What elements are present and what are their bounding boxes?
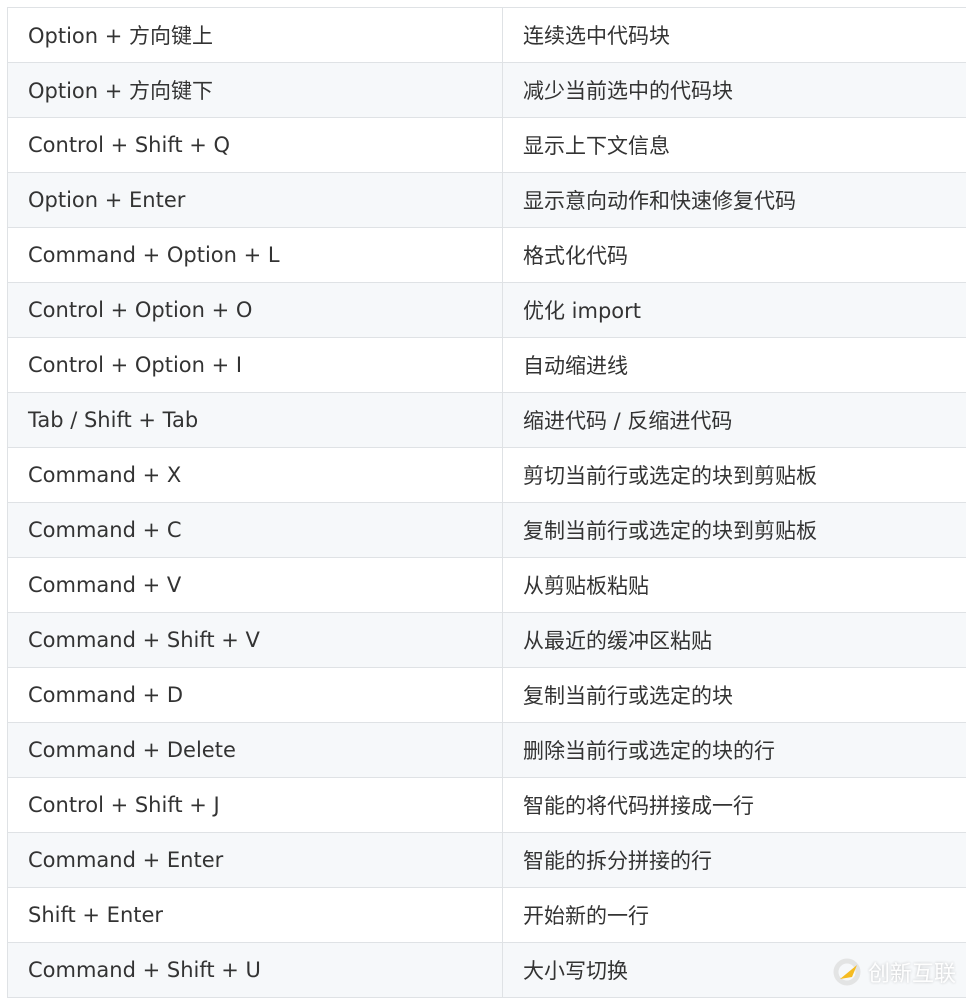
shortcut-keys: Command + D bbox=[7, 667, 503, 723]
watermark: 创新互联 bbox=[832, 956, 956, 988]
shortcut-description: 优化 import bbox=[502, 282, 966, 338]
shortcut-description: 格式化代码 bbox=[502, 227, 966, 283]
shortcut-keys: Command + Enter bbox=[7, 832, 503, 888]
shortcut-keys: Control + Option + O bbox=[7, 282, 503, 338]
table-row: Option + Enter 显示意向动作和快速修复代码 bbox=[7, 172, 966, 228]
shortcut-description: 减少当前选中的代码块 bbox=[502, 62, 966, 118]
shortcut-keys: Shift + Enter bbox=[7, 887, 503, 943]
table-row: Control + Shift + J 智能的将代码拼接成一行 bbox=[7, 777, 966, 833]
shortcut-keys: Command + V bbox=[7, 557, 503, 613]
table-row: Control + Shift + Q 显示上下文信息 bbox=[7, 117, 966, 173]
shortcut-keys: Control + Option + I bbox=[7, 337, 503, 393]
table-row: Control + Option + O 优化 import bbox=[7, 282, 966, 338]
table-row: Command + V 从剪贴板粘贴 bbox=[7, 557, 966, 613]
shortcut-description: 复制当前行或选定的块到剪贴板 bbox=[502, 502, 966, 558]
watermark-text: 创新互联 bbox=[868, 962, 957, 987]
shortcut-description: 连续选中代码块 bbox=[502, 7, 966, 63]
shortcut-keys: Option + 方向键上 bbox=[7, 7, 503, 63]
shortcut-description: 智能的将代码拼接成一行 bbox=[502, 777, 966, 833]
shortcut-keys: Option + 方向键下 bbox=[7, 62, 503, 118]
shortcut-keys: Tab / Shift + Tab bbox=[7, 392, 503, 448]
shortcut-keys: Control + Shift + Q bbox=[7, 117, 503, 173]
shortcut-keys: Command + X bbox=[7, 447, 503, 503]
shortcut-description: 开始新的一行 bbox=[502, 887, 966, 943]
table-row: Option + 方向键上 连续选中代码块 bbox=[7, 7, 966, 63]
shortcut-keys: Option + Enter bbox=[7, 172, 503, 228]
watermark-logo-icon bbox=[833, 958, 861, 986]
shortcut-keys: Control + Shift + J bbox=[7, 777, 503, 833]
table-row: Command + C 复制当前行或选定的块到剪贴板 bbox=[7, 502, 966, 558]
shortcut-description: 自动缩进线 bbox=[502, 337, 966, 393]
table-row: Shift + Enter 开始新的一行 bbox=[7, 887, 966, 943]
table-row: Command + D 复制当前行或选定的块 bbox=[7, 667, 966, 723]
table-row: Command + Enter 智能的拆分拼接的行 bbox=[7, 832, 966, 888]
table-row: Tab / Shift + Tab 缩进代码 / 反缩进代码 bbox=[7, 392, 966, 448]
table-row: Control + Option + I 自动缩进线 bbox=[7, 337, 966, 393]
shortcut-keys: Command + Shift + V bbox=[7, 612, 503, 668]
shortcut-description: 显示上下文信息 bbox=[502, 117, 966, 173]
table-row: Command + Delete 删除当前行或选定的块的行 bbox=[7, 722, 966, 778]
shortcut-keys: Command + Delete bbox=[7, 722, 503, 778]
shortcut-keys: Command + Shift + U bbox=[7, 942, 503, 998]
table-row: Command + Shift + U 大小写切换 bbox=[7, 942, 966, 998]
table-row: Option + 方向键下 减少当前选中的代码块 bbox=[7, 62, 966, 118]
table-row: Command + Option + L 格式化代码 bbox=[7, 227, 966, 283]
shortcut-description: 删除当前行或选定的块的行 bbox=[502, 722, 966, 778]
shortcut-description: 缩进代码 / 反缩进代码 bbox=[502, 392, 966, 448]
shortcut-description: 显示意向动作和快速修复代码 bbox=[502, 172, 966, 228]
shortcut-description: 复制当前行或选定的块 bbox=[502, 667, 966, 723]
shortcut-description: 剪切当前行或选定的块到剪贴板 bbox=[502, 447, 966, 503]
shortcut-table: Option + 方向键上 连续选中代码块 Option + 方向键下 减少当前选中的… bbox=[7, 7, 966, 998]
shortcut-description: 智能的拆分拼接的行 bbox=[502, 832, 966, 888]
table-row: Command + Shift + V 从最近的缓冲区粘贴 bbox=[7, 612, 966, 668]
shortcut-description: 从剪贴板粘贴 bbox=[502, 557, 966, 613]
table-row: Command + X 剪切当前行或选定的块到剪贴板 bbox=[7, 447, 966, 503]
shortcut-keys: Command + Option + L bbox=[7, 227, 503, 283]
shortcut-keys: Command + C bbox=[7, 502, 503, 558]
shortcut-description: 从最近的缓冲区粘贴 bbox=[502, 612, 966, 668]
